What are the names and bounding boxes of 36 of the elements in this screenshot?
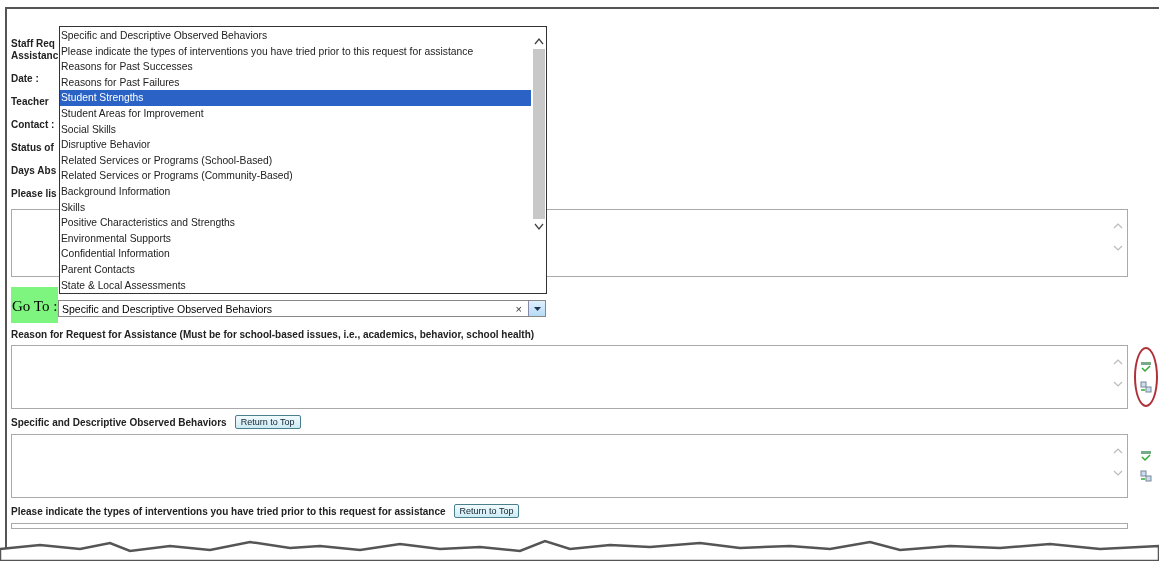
dropdown-option[interactable]: Confidential Information bbox=[60, 246, 531, 262]
scroll-up-icon[interactable] bbox=[533, 37, 544, 45]
dropdown-option[interactable]: Disruptive Behavior bbox=[60, 137, 531, 153]
dropdown-option[interactable]: Specific and Descriptive Observed Behaviors bbox=[60, 28, 531, 44]
dropdown-option[interactable]: Environmental Supports bbox=[60, 230, 531, 247]
go-to-label: Go To : bbox=[11, 287, 58, 323]
insert-text-icon[interactable] bbox=[1140, 470, 1152, 482]
return-to-top-button[interactable]: Return to Top bbox=[453, 504, 520, 518]
dropdown-option[interactable]: Student Strengths bbox=[60, 90, 531, 106]
spellcheck-icon[interactable] bbox=[1140, 361, 1152, 373]
insert-text-icon[interactable] bbox=[1140, 381, 1152, 393]
form-label: Staff Req bbox=[11, 38, 56, 50]
dropdown-option[interactable]: Skills bbox=[60, 199, 531, 216]
section-label: Specific and Descriptive Observed Behaviors bbox=[11, 416, 227, 428]
dropdown-option[interactable]: Related Services or Programs (Community-Based) bbox=[60, 168, 531, 184]
dropdown-option[interactable]: Related Services or Programs (School-Based) bbox=[60, 152, 531, 169]
dropdown-option[interactable]: Parent Contacts bbox=[60, 261, 531, 278]
dropdown-option[interactable]: Background Information bbox=[60, 183, 531, 200]
dropdown-option[interactable]: Student Areas for Improvement bbox=[60, 105, 531, 122]
dropdown-option[interactable]: State & Local Assessments bbox=[60, 277, 531, 293]
scroll-down-icon[interactable] bbox=[533, 223, 544, 231]
go-to-combobox[interactable]: Specific and Descriptive Observed Behaviors × bbox=[58, 300, 546, 317]
combobox-value: Specific and Descriptive Observed Behaviors bbox=[61, 302, 274, 315]
return-to-top-button[interactable]: Return to Top bbox=[234, 415, 301, 429]
section-label: Reason for Request for Assistance (Must be for school-based issues, i.e., academics, behavior, school health) bbox=[11, 329, 535, 340]
dropdown-option[interactable]: Positive Characteristics and Strengths bbox=[60, 215, 531, 231]
textarea-field[interactable] bbox=[11, 523, 1128, 529]
spellcheck-icon[interactable] bbox=[1140, 450, 1152, 462]
dropdown-option[interactable]: Social Skills bbox=[60, 121, 531, 138]
dropdown-option[interactable]: Please indicate the types of interventions you have tried prior to this request for assistance bbox=[60, 43, 531, 60]
dropdown-button[interactable] bbox=[528, 301, 545, 316]
dropdown-option[interactable]: Reasons for Past Successes bbox=[60, 59, 531, 75]
caret-icon bbox=[533, 306, 541, 311]
clear-button[interactable]: × bbox=[509, 302, 528, 315]
dropdown-option[interactable]: Reasons for Past Failures bbox=[60, 74, 531, 91]
section-label: Please indicate the types of interventions you have tried prior to this request for assistance bbox=[11, 505, 446, 517]
